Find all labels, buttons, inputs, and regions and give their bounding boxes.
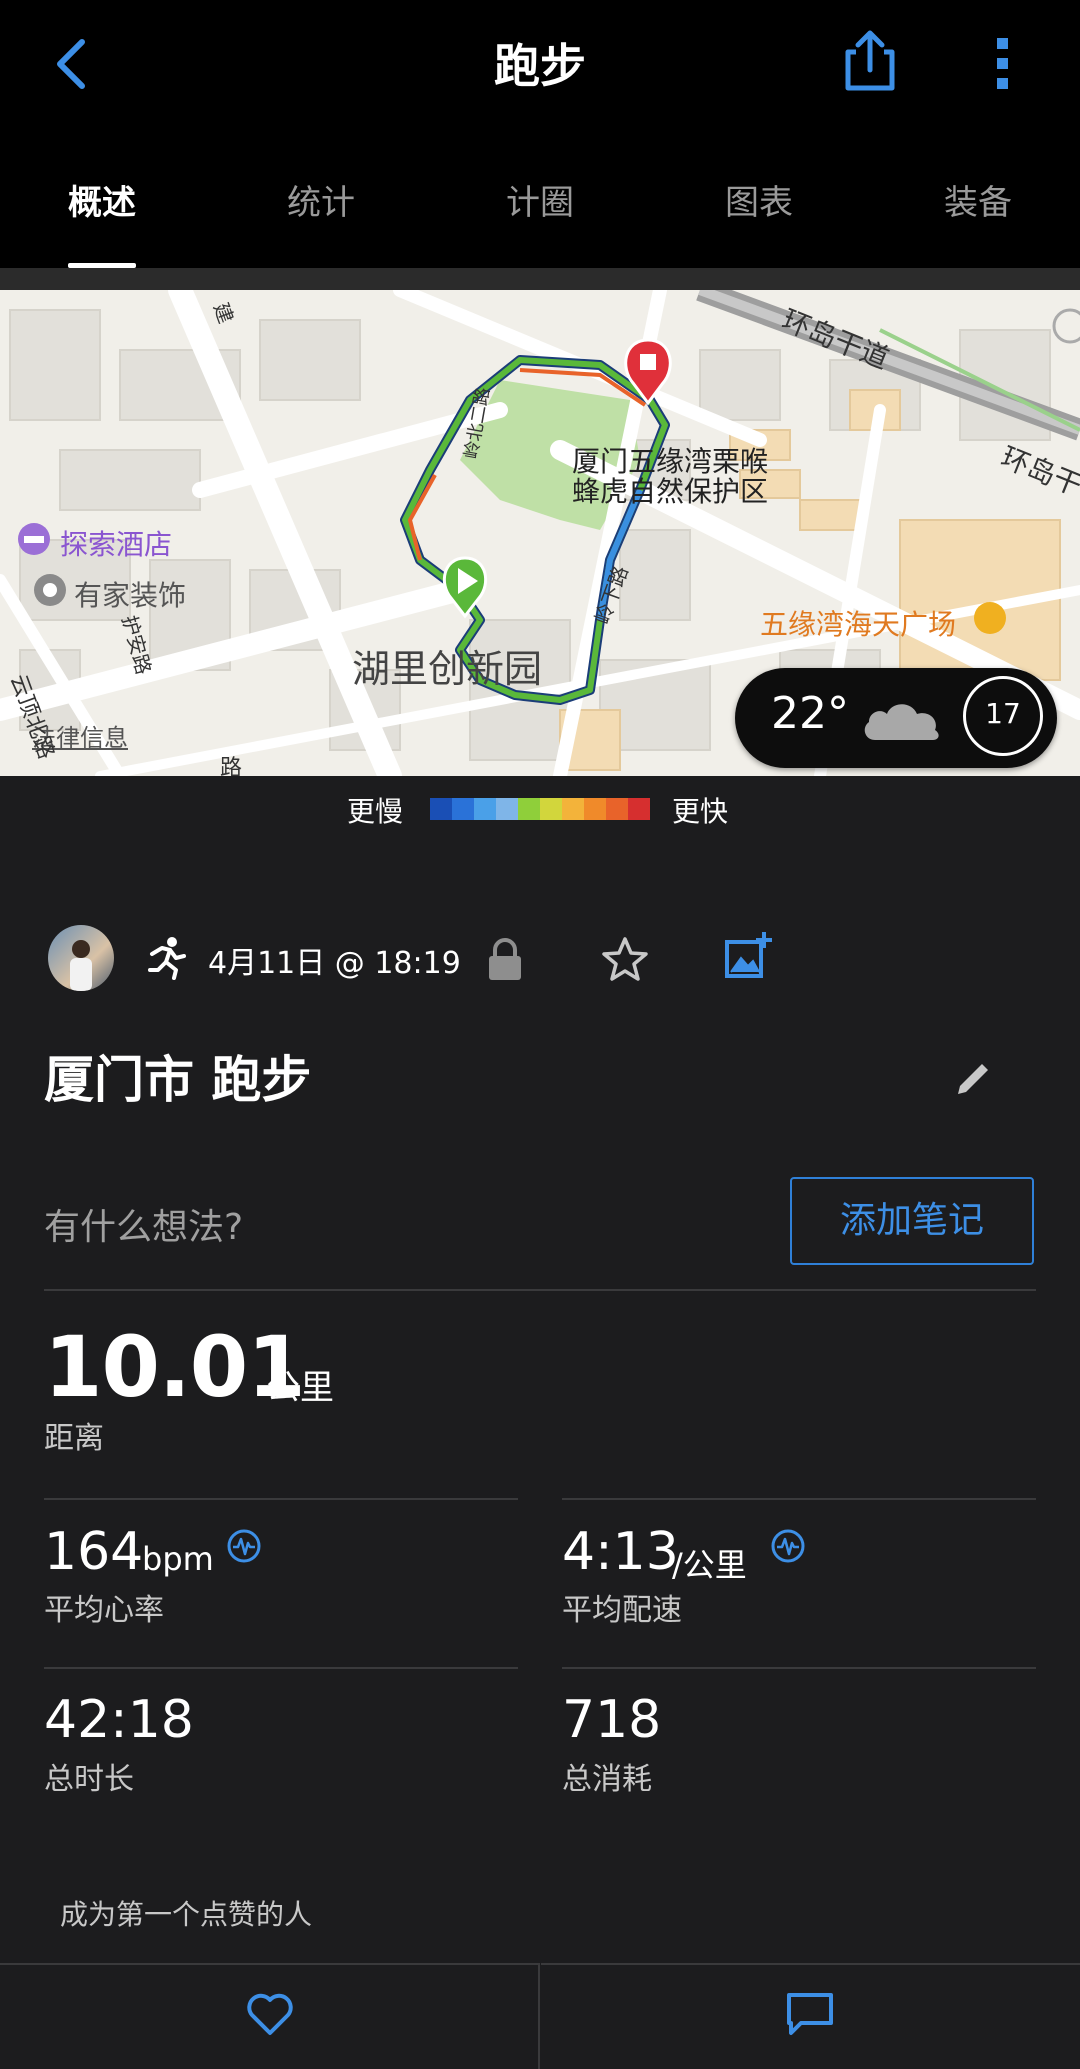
like-button[interactable] xyxy=(0,1963,540,2069)
lock-icon[interactable] xyxy=(487,938,523,980)
avg-pace-unit: /公里 xyxy=(672,1546,747,1584)
top-bar: 跑步 xyxy=(0,0,1080,130)
divider xyxy=(562,1667,1036,1669)
page-title: 跑步 xyxy=(494,39,586,93)
legend-faster-label: 更快 xyxy=(672,795,729,828)
tab-bar: 概述 统计 计圈 图表 装备 xyxy=(0,130,1080,270)
pace-color-segment xyxy=(496,798,518,820)
comment-button[interactable] xyxy=(541,1963,1080,2069)
map-label-plaza: 五缘湾海天广场 xyxy=(760,608,957,641)
heart-icon xyxy=(247,1993,293,2035)
activity-date: 4月11日 @ 18:19 xyxy=(208,946,461,981)
thoughts-input[interactable]: 有什么想法? xyxy=(44,1198,243,1250)
total-time-label: 总时长 xyxy=(44,1762,134,1797)
wind-speed: 17 xyxy=(985,697,1021,730)
weather-temperature: 22° xyxy=(771,688,849,739)
weather-badge: 22° 17 xyxy=(735,668,1057,768)
add-note-button[interactable]: 添加笔记 xyxy=(790,1177,1034,1265)
map-label-hotel: 探索酒店 xyxy=(60,528,173,561)
pace-color-segment xyxy=(628,798,650,820)
pace-color-segment xyxy=(562,798,584,820)
avg-pace-label: 平均配速 xyxy=(562,1593,682,1628)
pace-color-segment xyxy=(452,798,474,820)
calories-label: 总消耗 xyxy=(562,1762,652,1797)
avatar[interactable] xyxy=(48,925,114,991)
calories-value: 718 xyxy=(562,1690,662,1750)
edit-pencil-icon[interactable] xyxy=(954,1058,994,1098)
pace-sensor-icon[interactable] xyxy=(770,1528,806,1564)
avg-heart-rate-unit: bpm xyxy=(142,1540,214,1578)
tab-stats[interactable]: 统计 xyxy=(287,175,355,224)
divider xyxy=(44,1498,518,1500)
avatar-image xyxy=(70,940,92,991)
pace-color-segment xyxy=(540,798,562,820)
first-like-text: 成为第一个点赞的人 xyxy=(60,1898,313,1931)
pace-color-segment xyxy=(584,798,606,820)
pace-color-segment xyxy=(474,798,496,820)
pace-color-bar xyxy=(430,798,650,820)
avg-heart-rate-label: 平均心率 xyxy=(44,1593,164,1628)
pace-color-segment xyxy=(430,798,452,820)
share-icon[interactable] xyxy=(842,28,898,94)
map-label-decor: 有家装饰 xyxy=(74,579,187,612)
tab-gear[interactable]: 装备 xyxy=(944,175,1012,224)
divider xyxy=(44,1667,518,1669)
star-icon[interactable] xyxy=(601,936,649,982)
tab-charts[interactable]: 图表 xyxy=(725,175,793,224)
avg-pace-value: 4:13 xyxy=(562,1522,679,1582)
heart-rate-sensor-icon[interactable] xyxy=(226,1528,262,1564)
total-time-value: 42:18 xyxy=(44,1690,194,1750)
map-label-reserve-2: 蜂虎自然保护区 xyxy=(572,475,769,508)
activity-title: 厦门市 跑步 xyxy=(44,1051,312,1109)
legend-slower-label: 更慢 xyxy=(347,795,404,828)
header-separator xyxy=(0,268,1080,290)
map-label-park: 湖里创新园 xyxy=(352,647,543,691)
avg-heart-rate-value: 164 xyxy=(44,1522,144,1582)
tab-overview[interactable]: 概述 xyxy=(68,175,136,224)
distance-label: 距离 xyxy=(44,1421,104,1456)
tab-laps[interactable]: 计圈 xyxy=(506,175,574,224)
distance-unit: 公里 xyxy=(266,1368,334,1408)
pace-legend: 更慢 更快 xyxy=(0,776,1080,846)
cloud-icon xyxy=(864,704,939,740)
pace-color-segment xyxy=(518,798,540,820)
pace-color-segment xyxy=(606,798,628,820)
divider xyxy=(44,1289,1036,1291)
more-menu-icon[interactable] xyxy=(992,36,1014,92)
divider xyxy=(562,1498,1036,1500)
add-photo-icon[interactable] xyxy=(724,930,774,980)
comment-icon xyxy=(787,1993,833,2035)
map-label-road: 路 xyxy=(220,756,243,776)
running-icon xyxy=(148,937,186,980)
wind-indicator: 17 xyxy=(963,676,1043,756)
